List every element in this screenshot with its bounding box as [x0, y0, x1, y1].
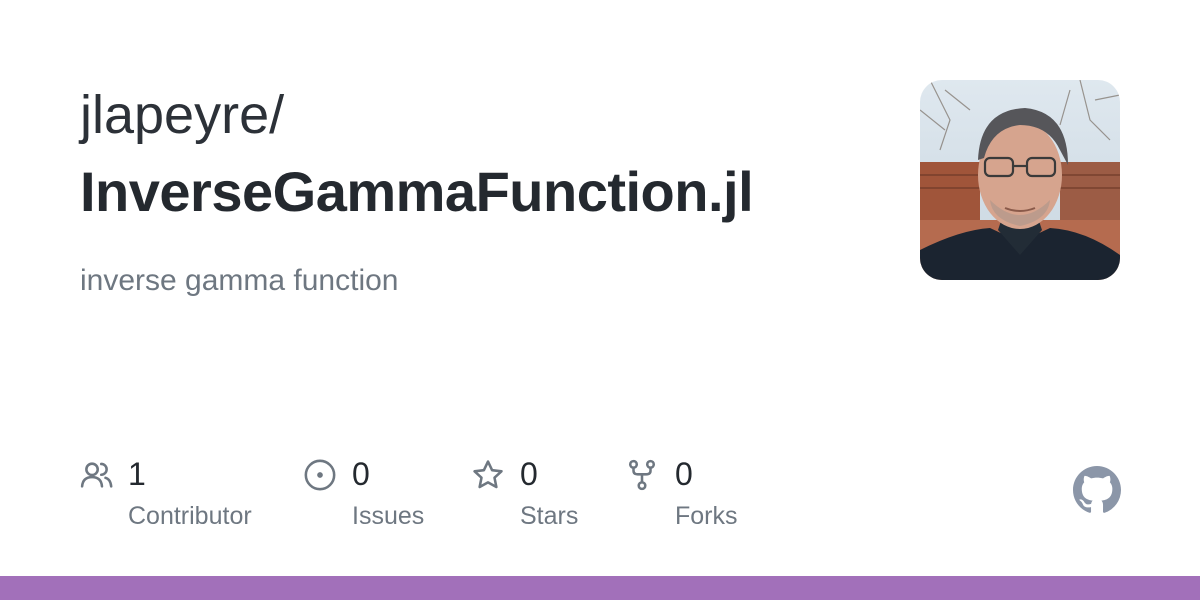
stars-count: 0	[520, 456, 538, 492]
repo-name[interactable]: InverseGammaFunction.jl	[80, 164, 754, 220]
owner-avatar	[920, 80, 1120, 280]
contributors-count: 1	[128, 456, 146, 492]
fork-icon	[628, 459, 656, 491]
issues-label: Issues	[352, 502, 425, 530]
forks-count: 0	[675, 456, 693, 492]
forks-label: Forks	[675, 502, 738, 530]
stars-label: Stars	[520, 502, 579, 530]
repo-description: inverse gamma function	[80, 264, 399, 297]
issues-count: 0	[352, 456, 370, 492]
issue-icon	[304, 459, 336, 491]
language-color-bar	[0, 576, 1200, 600]
repo-owner[interactable]: jlapeyre/	[80, 88, 284, 142]
github-logo-icon[interactable]	[1073, 466, 1121, 514]
people-icon	[80, 462, 113, 488]
contributors-label: Contributor	[128, 502, 252, 530]
star-icon	[473, 460, 503, 489]
